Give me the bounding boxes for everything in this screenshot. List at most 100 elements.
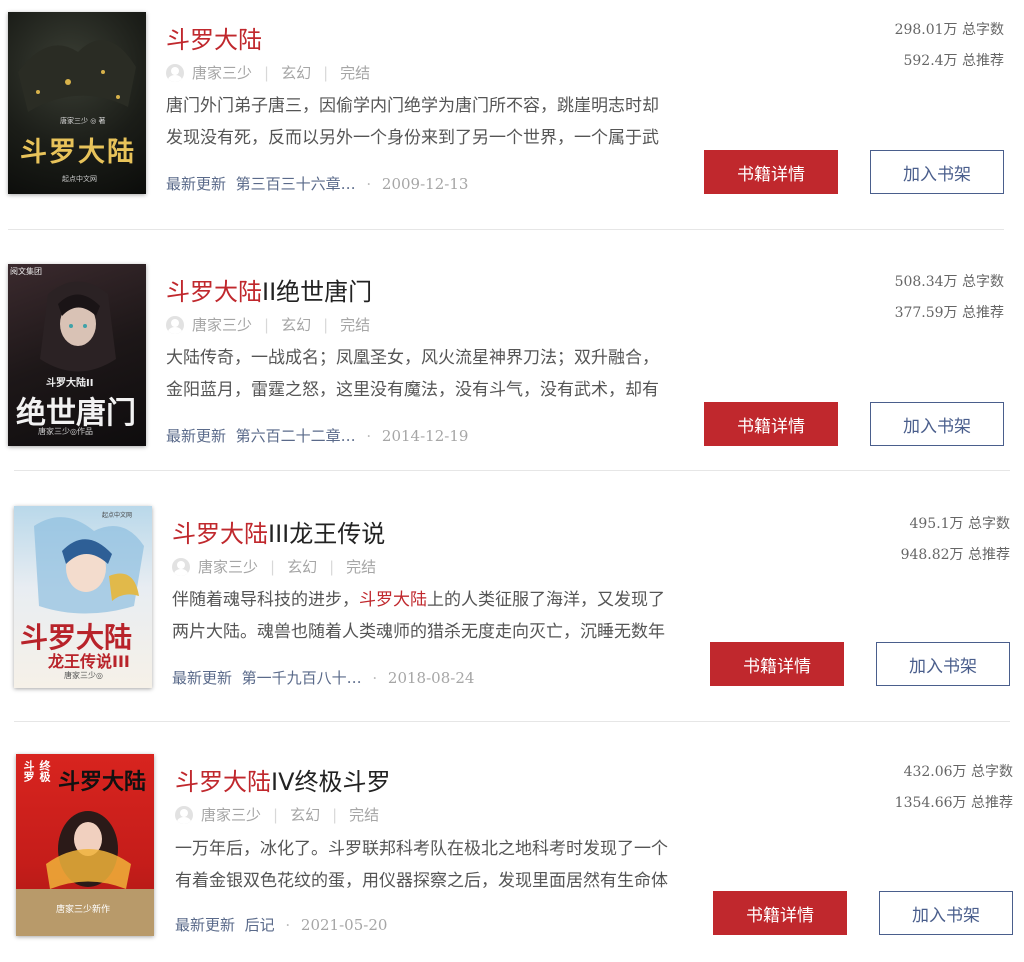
book-meta: 唐家三少 | 玄幻 | 完结: [166, 314, 370, 335]
book-stats: 432.06万 总字数 1354.66万 总推荐: [853, 757, 1013, 819]
book-title[interactable]: 斗罗大陆III龙王传说: [172, 514, 385, 549]
cover-subtitle: 龙王传说III: [48, 652, 130, 671]
cover-author: 唐家三少◎: [64, 671, 103, 680]
dot-separator: ·: [285, 916, 291, 934]
add-to-shelf-button[interactable]: 加入书架: [870, 402, 1004, 446]
update-chapter-link[interactable]: 第三百三十六章…: [236, 175, 356, 193]
recommend-count: 1354.66万 总推荐: [894, 795, 1013, 811]
cover-series: 斗罗大陆II: [46, 378, 94, 389]
book-item: 斗罗 终极 斗罗大陆 唐家三少新作 斗罗大陆IV终极斗罗 唐家三少 | 玄幻 |…: [0, 742, 1024, 962]
add-to-shelf-button[interactable]: 加入书架: [879, 891, 1013, 935]
word-count: 508.34万 总字数: [894, 274, 1004, 290]
author-name[interactable]: 唐家三少: [198, 556, 258, 577]
book-status: 完结: [349, 806, 380, 824]
update-chapter-link[interactable]: 后记: [245, 916, 275, 934]
book-description: 伴随着魂导科技的进步，斗罗大陆上的人类征服了海洋，又发现了两片大陆。魂兽也随着人…: [172, 584, 680, 648]
add-to-shelf-button[interactable]: 加入书架: [876, 642, 1010, 686]
author-avatar-icon: [166, 315, 184, 334]
separator: |: [323, 315, 329, 334]
book-meta: 唐家三少 | 玄幻 | 完结: [175, 804, 379, 825]
cover-publisher: 起点中文网: [102, 512, 133, 519]
update-date: 2009-12-13: [381, 175, 469, 193]
author-avatar-icon: [172, 557, 190, 576]
cover-publisher: 阅文集团: [10, 267, 42, 276]
author-name[interactable]: 唐家三少: [201, 804, 261, 825]
latest-update: 最新更新 第一千九百八十… · 2018-08-24: [172, 667, 474, 688]
cover-author: 唐家三少 ◎ 著: [60, 117, 106, 125]
desc-highlight: 斗罗大陆: [359, 590, 427, 610]
cover-title: 斗罗大陆: [58, 770, 147, 795]
book-stats: 495.1万 总字数 948.82万 总推荐: [850, 509, 1010, 571]
book-description: 一万年后，冰化了。斗罗联邦科考队在极北之地科考时发现了一个有着金银双色花纹的蛋，…: [175, 833, 683, 897]
author-name[interactable]: 唐家三少: [192, 314, 252, 335]
book-stats: 508.34万 总字数 377.59万 总推荐: [844, 267, 1004, 329]
title-highlight: 斗罗大陆: [166, 26, 262, 54]
cover-publisher: 起点中文网: [62, 175, 97, 183]
recommend-count: 948.82万 总推荐: [900, 547, 1010, 563]
book-genre[interactable]: 玄幻: [287, 556, 317, 577]
book-title[interactable]: 斗罗大陆II绝世唐门: [166, 272, 372, 307]
add-to-shelf-button[interactable]: 加入书架: [870, 150, 1004, 194]
book-detail-button[interactable]: 书籍详情: [704, 402, 838, 446]
latest-update: 最新更新 第六百二十二章… · 2014-12-19: [166, 425, 468, 446]
separator: |: [264, 315, 270, 334]
author-name[interactable]: 唐家三少: [192, 62, 252, 83]
book-genre[interactable]: 玄幻: [281, 314, 311, 335]
divider: [8, 229, 1004, 230]
update-label: 最新更新: [172, 669, 233, 687]
book-title[interactable]: 斗罗大陆: [166, 20, 262, 55]
separator: |: [273, 805, 279, 824]
divider: [14, 470, 1010, 471]
desc-text: 伴随着魂导科技的进步，: [172, 590, 359, 610]
book-cover[interactable]: 唐家三少 ◎ 著 斗罗大陆 起点中文网: [8, 12, 146, 194]
latest-update: 最新更新 后记 · 2021-05-20: [175, 914, 387, 935]
book-genre[interactable]: 玄幻: [281, 62, 311, 83]
dot-separator: ·: [366, 175, 372, 193]
book-detail-button[interactable]: 书籍详情: [710, 642, 844, 686]
desc-text: 唐门外门弟子唐三，因偷学内门绝学为唐门所不容，跳崖明志时却发现没有死，反而以另外…: [166, 96, 659, 148]
author-avatar-icon: [175, 805, 193, 824]
separator: |: [323, 63, 329, 82]
cover-title: 斗罗大陆: [20, 137, 136, 168]
cover-author: 唐家三少◎作品: [38, 427, 93, 436]
separator: |: [264, 63, 270, 82]
divider: [14, 721, 1010, 722]
word-count: 432.06万 总字数: [903, 764, 1013, 780]
book-item: 阅文集团 斗罗大陆II 绝世唐门 唐家三少◎作品 斗罗大陆II绝世唐门 唐家三少…: [0, 252, 1024, 472]
word-count: 495.1万 总字数: [909, 516, 1010, 532]
book-title[interactable]: 斗罗大陆IV终极斗罗: [175, 762, 391, 797]
update-chapter-link[interactable]: 第一千九百八十…: [242, 669, 362, 687]
title-rest: IV终极斗罗: [271, 768, 391, 796]
book-status: 完结: [340, 64, 371, 82]
book-cover[interactable]: 起点中文网 斗罗大陆 龙王传说III 唐家三少◎: [14, 506, 152, 688]
desc-text: 一万年后，冰化了。斗罗联邦科考队在极北之地科考时发现了一个有着金银双色花纹的蛋，…: [175, 839, 668, 891]
update-date: 2018-08-24: [387, 669, 475, 687]
book-stats: 298.01万 总字数 592.4万 总推荐: [844, 15, 1004, 77]
word-count: 298.01万 总字数: [894, 22, 1004, 38]
title-rest: III龙王传说: [268, 520, 386, 548]
cover-side-left: 斗罗: [22, 760, 35, 782]
update-chapter-link[interactable]: 第六百二十二章…: [236, 427, 356, 445]
update-date: 2021-05-20: [300, 916, 388, 934]
book-meta: 唐家三少 | 玄幻 | 完结: [172, 556, 376, 577]
title-rest: II绝世唐门: [262, 278, 373, 306]
book-detail-button[interactable]: 书籍详情: [704, 150, 838, 194]
book-meta: 唐家三少 | 玄幻 | 完结: [166, 62, 370, 83]
update-date: 2014-12-19: [381, 427, 469, 445]
dot-separator: ·: [366, 427, 372, 445]
book-item: 起点中文网 斗罗大陆 龙王传说III 唐家三少◎ 斗罗大陆III龙王传说 唐家三…: [0, 494, 1024, 714]
book-detail-button[interactable]: 书籍详情: [713, 891, 847, 935]
update-label: 最新更新: [166, 175, 227, 193]
book-cover[interactable]: 阅文集团 斗罗大陆II 绝世唐门 唐家三少◎作品: [8, 264, 146, 446]
separator: |: [329, 557, 335, 576]
cover-side-right: 终极: [38, 760, 51, 782]
title-highlight: 斗罗大陆: [172, 520, 268, 548]
dot-separator: ·: [372, 669, 378, 687]
recommend-count: 377.59万 总推荐: [894, 305, 1004, 321]
book-status: 完结: [340, 316, 371, 334]
cover-banner: 唐家三少新作: [56, 905, 111, 915]
book-cover[interactable]: 斗罗 终极 斗罗大陆 唐家三少新作: [16, 754, 154, 936]
separator: |: [332, 805, 338, 824]
separator: |: [270, 557, 276, 576]
book-genre[interactable]: 玄幻: [290, 804, 320, 825]
